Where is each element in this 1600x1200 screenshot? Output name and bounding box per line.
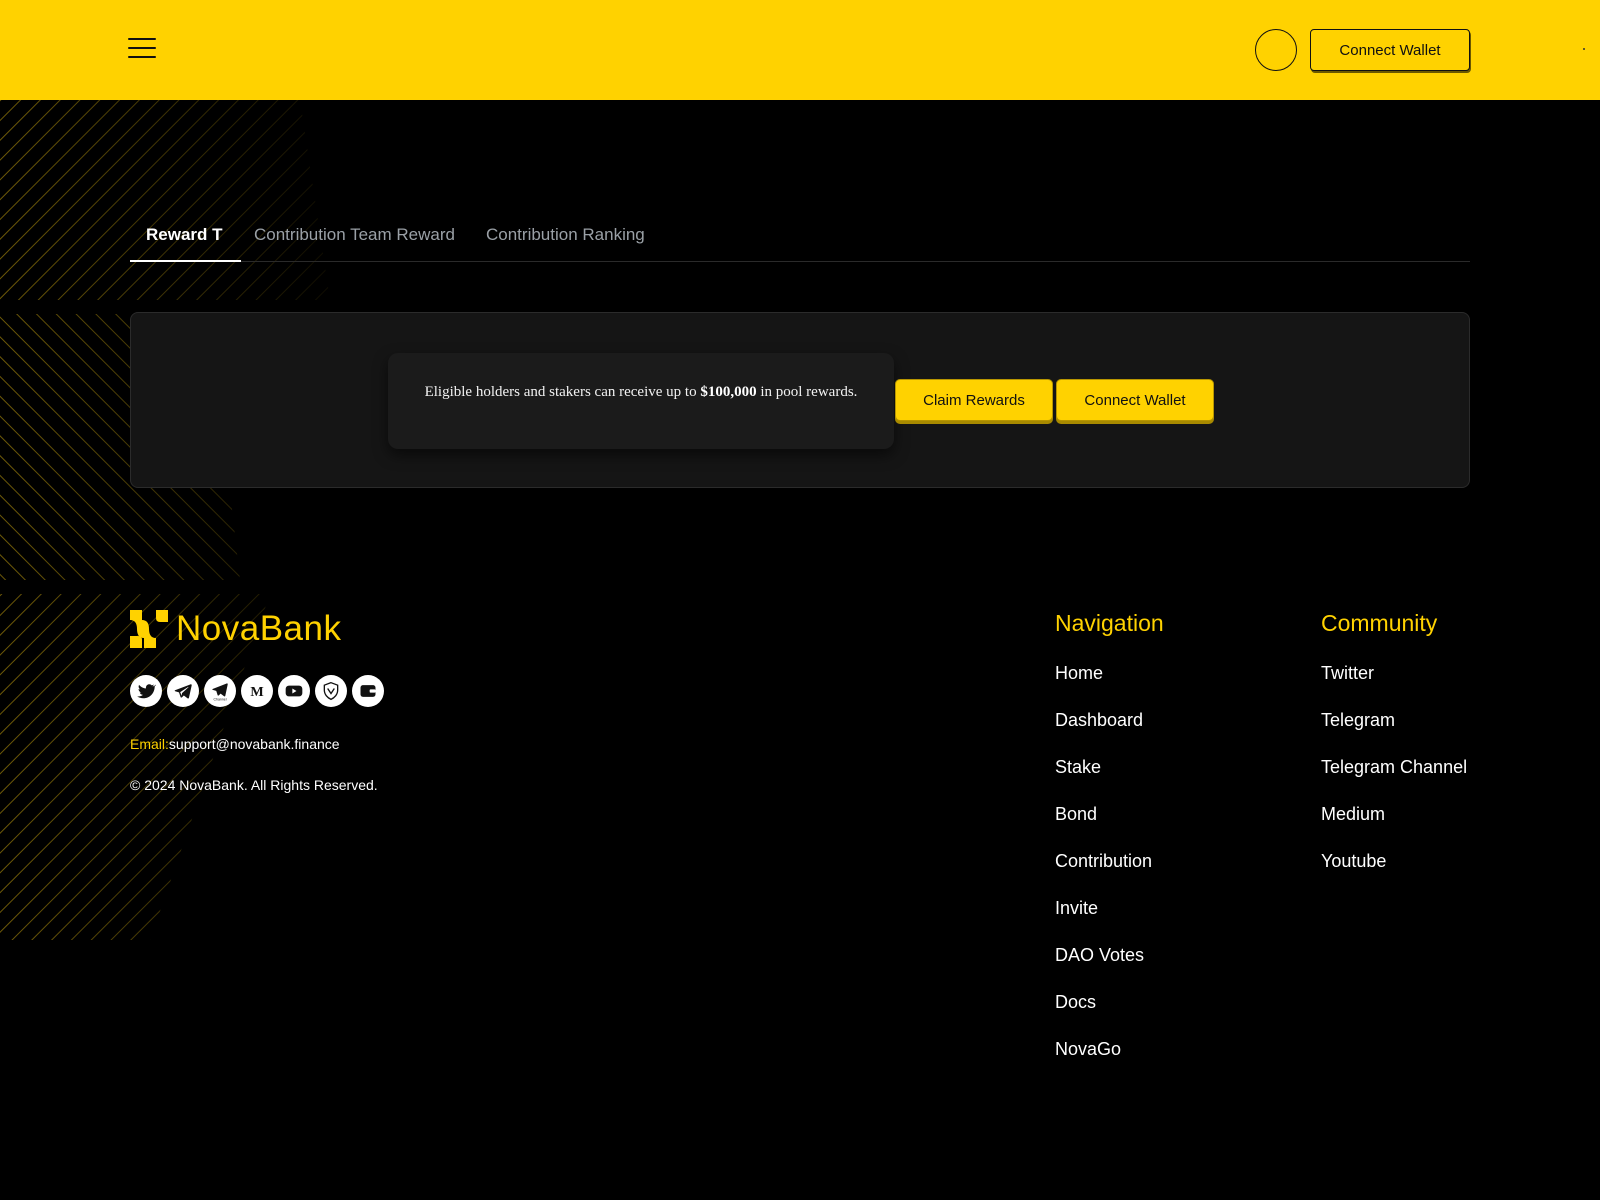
support-email: Email:support@novabank.finance xyxy=(130,736,340,752)
copyright-text: © 2024 NovaBank. All Rights Reserved. xyxy=(130,777,378,793)
community-heading: Community xyxy=(1321,610,1438,636)
community-link-telegram[interactable]: Telegram xyxy=(1321,709,1467,756)
wallet-icon[interactable] xyxy=(352,675,384,707)
nav-link-dao-votes[interactable]: DAO Votes xyxy=(1055,944,1152,991)
account-avatar-button[interactable] xyxy=(1255,29,1297,71)
tab-contribution-ranking[interactable]: Contribution Ranking xyxy=(486,216,645,262)
connect-wallet-button[interactable]: Connect Wallet xyxy=(1056,379,1214,421)
reward-notice-card: Eligible holders and stakers can receive… xyxy=(388,353,894,449)
svg-text:Channel: Channel xyxy=(214,698,227,701)
telegram-icon[interactable] xyxy=(167,675,199,707)
nav-link-contribution[interactable]: Contribution xyxy=(1055,850,1152,897)
youtube-icon[interactable] xyxy=(278,675,310,707)
top-header: Connect Wallet xyxy=(0,0,1600,100)
nav-link-dashboard[interactable]: Dashboard xyxy=(1055,709,1152,756)
nav-link-novago[interactable]: NovaGo xyxy=(1055,1038,1152,1085)
nav-link-invite[interactable]: Invite xyxy=(1055,897,1152,944)
navigation-links: Home Dashboard Stake Bond Contribution I… xyxy=(1055,662,1152,1085)
nav-link-docs[interactable]: Docs xyxy=(1055,991,1152,1038)
reward-amount: $100,000 xyxy=(700,384,757,400)
email-label: Email: xyxy=(130,736,169,752)
community-link-medium[interactable]: Medium xyxy=(1321,803,1467,850)
telegram-channel-icon[interactable]: Channel xyxy=(204,675,236,707)
brand-name: NovaBank xyxy=(176,609,342,648)
nav-link-bond[interactable]: Bond xyxy=(1055,803,1152,850)
reward-tabs: Reward T Contribution Team Reward Contri… xyxy=(130,216,1470,262)
tab-reward[interactable]: Reward T xyxy=(130,216,241,262)
nav-link-stake[interactable]: Stake xyxy=(1055,756,1152,803)
community-links: Twitter Telegram Telegram Channel Medium… xyxy=(1321,662,1467,897)
hamburger-menu-icon[interactable] xyxy=(128,38,156,62)
tab-contribution-team-reward[interactable]: Contribution Team Reward xyxy=(254,216,455,262)
navigation-heading: Navigation xyxy=(1055,610,1164,636)
header-edge-dot xyxy=(1583,48,1585,50)
shield-icon[interactable] xyxy=(315,675,347,707)
medium-icon[interactable]: M xyxy=(241,675,273,707)
community-link-telegram-channel[interactable]: Telegram Channel xyxy=(1321,756,1467,803)
twitter-icon[interactable] xyxy=(130,675,162,707)
nav-link-home[interactable]: Home xyxy=(1055,662,1152,709)
header-connect-wallet-button[interactable]: Connect Wallet xyxy=(1310,29,1470,71)
social-links: Channel M xyxy=(130,675,389,707)
reward-notice-text: Eligible holders and stakers can receive… xyxy=(424,384,858,400)
email-link[interactable]: support@novabank.finance xyxy=(169,736,340,752)
community-link-youtube[interactable]: Youtube xyxy=(1321,850,1467,897)
footer-logo[interactable]: NovaBank xyxy=(130,609,342,648)
claim-rewards-button[interactable]: Claim Rewards xyxy=(895,379,1053,421)
community-link-twitter[interactable]: Twitter xyxy=(1321,662,1467,709)
svg-text:M: M xyxy=(250,684,263,700)
novabank-logo-icon xyxy=(130,610,168,648)
